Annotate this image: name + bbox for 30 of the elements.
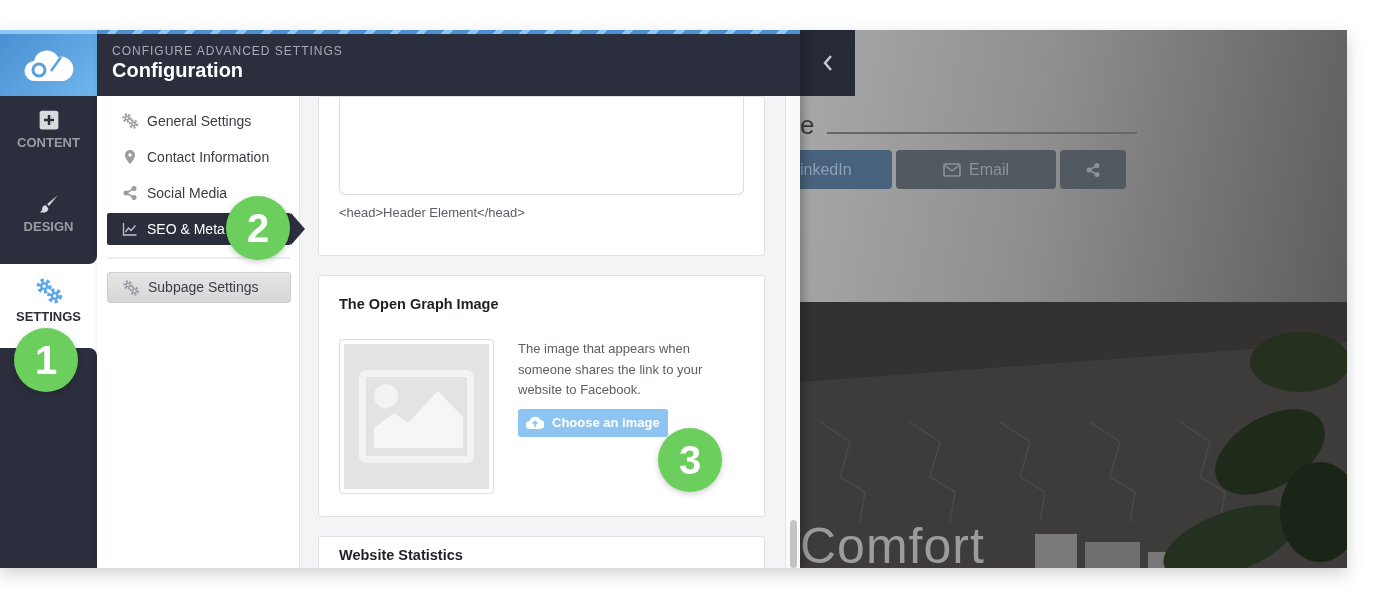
share-icon [1085,161,1101,178]
cloud-logo[interactable] [22,47,75,83]
subpage-settings-button[interactable]: Subpage Settings [107,272,291,303]
chevron-left-icon [821,54,834,72]
line-chart-icon [122,221,138,237]
hero-title: Comfort [800,518,985,568]
scrollbar-thumb[interactable] [789,520,797,568]
header-code-field[interactable] [339,97,744,195]
gears-icon [35,278,62,304]
header-title: Configuration [112,58,245,82]
collapse-button[interactable] [800,30,855,96]
rail-tab[interactable]: CONTENT [0,96,97,180]
gears-icon [122,113,138,129]
card-title: Website Statistics [339,546,464,566]
preview-heading: e [800,110,815,140]
plus-icon [38,110,59,130]
cloud-upload-icon [526,415,544,430]
field-hint: <head>Header Element</head> [338,204,526,222]
map-pin-icon [122,149,138,165]
card-description: The image that appears when someone shares the link to your website to Facebook. [518,340,704,400]
share-button[interactable] [1060,150,1126,189]
header-eyebrow: CONFIGURE ADVANCED SETTINGS [112,44,344,58]
share-icon [122,185,138,201]
envelope-icon [943,162,961,177]
gears-icon [123,279,139,296]
submenu-item[interactable]: Contact Information [107,141,291,173]
rail-tab[interactable]: DESIGN [0,180,97,264]
card-title: The Open Graph Image [339,294,500,314]
paintbrush-icon [38,194,59,214]
submenu-item[interactable]: General Settings [107,105,291,137]
